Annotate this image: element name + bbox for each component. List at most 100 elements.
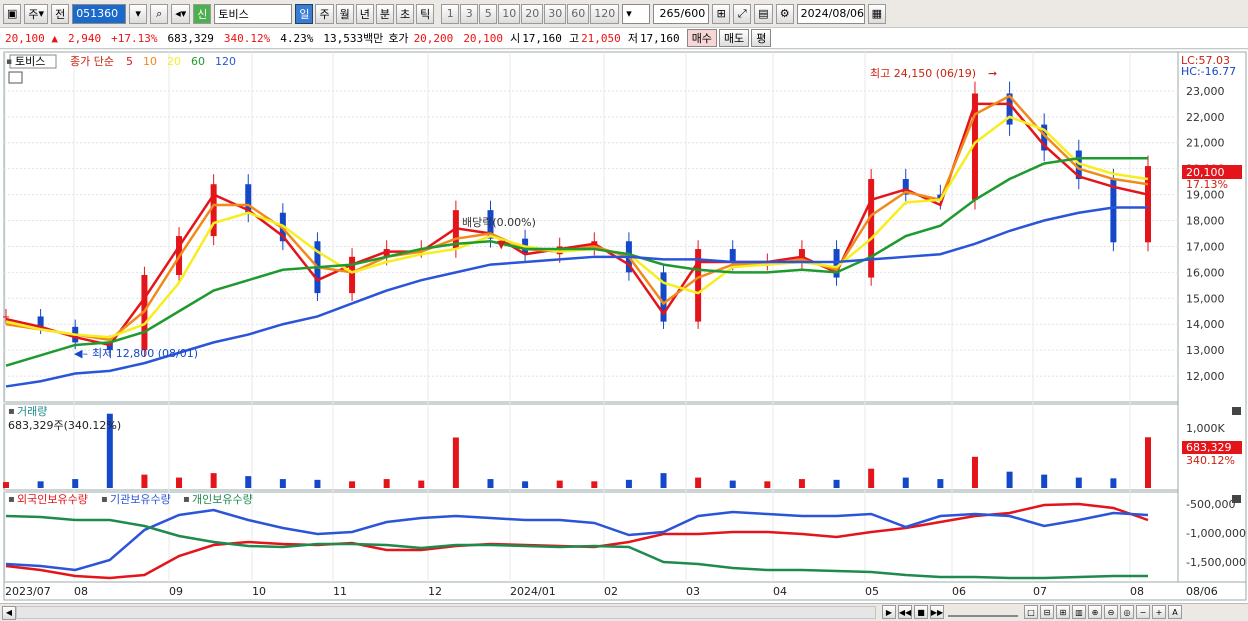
- grid-icon[interactable]: ⊞: [712, 3, 731, 24]
- stock-name-field[interactable]: 토비스: [214, 3, 293, 24]
- low-label: 저: [627, 32, 638, 45]
- signal-badge[interactable]: 신: [193, 3, 212, 24]
- interval-tab-3[interactable]: 3: [460, 3, 479, 24]
- volume-bar: [72, 479, 79, 488]
- period-tab-3[interactable]: 년: [355, 3, 374, 24]
- market-label: 주: [28, 7, 39, 21]
- x-axis-label: 05: [865, 585, 879, 598]
- period-tab-5[interactable]: 초: [395, 3, 415, 24]
- low-price: 17,160: [639, 31, 680, 45]
- zoom-in-icon[interactable]: ⊕: [1088, 605, 1102, 619]
- high-price: 21,050: [581, 31, 621, 45]
- prev-button[interactable]: 전: [51, 3, 70, 24]
- horizontal-scrollbar[interactable]: [16, 606, 876, 619]
- volume-bar: [1110, 478, 1117, 488]
- price-y-tick: 18,000: [1186, 215, 1225, 228]
- volume-bar: [971, 456, 978, 488]
- stock-tag[interactable]: 토비스: [15, 55, 45, 68]
- high-label: 고: [568, 32, 580, 45]
- gear-icon[interactable]: ⚙: [775, 3, 794, 24]
- stop-icon[interactable]: ■: [914, 605, 928, 619]
- interval-tab-30[interactable]: 30: [544, 3, 567, 24]
- interval-tab-60[interactable]: 60: [567, 3, 590, 24]
- fast-forward-icon[interactable]: ▶▶: [930, 605, 944, 619]
- layout-1-icon[interactable]: □: [1024, 605, 1038, 619]
- period-tab-1[interactable]: 주: [315, 3, 334, 24]
- zoom-reset-icon[interactable]: ◎: [1120, 605, 1134, 619]
- layout-3-icon[interactable]: ⊞: [1056, 605, 1070, 619]
- increase-icon[interactable]: +: [1152, 605, 1166, 619]
- volume-bar: [660, 473, 667, 488]
- layout-4-icon[interactable]: ▥: [1072, 605, 1086, 619]
- current-price: 20,100 ▲: [5, 31, 58, 45]
- x-axis-label: 12: [428, 585, 442, 598]
- sound-icon[interactable]: ◂▾: [171, 3, 191, 24]
- draw-icon[interactable]: ⤢: [733, 3, 752, 24]
- holdings-legend-item: 외국인보유수량: [17, 493, 88, 506]
- stock-code-input[interactable]: 051360: [72, 3, 127, 24]
- ma-legend-120: 120: [215, 55, 236, 68]
- holdings-close-icon[interactable]: [1232, 495, 1241, 503]
- price-y-tick: 21,000: [1186, 137, 1225, 150]
- ask-price: 20,200: [413, 31, 454, 45]
- zoom-slider[interactable]: [948, 607, 1018, 617]
- period-tab-4[interactable]: 분: [375, 3, 394, 24]
- quote-bar: 20,100 ▲ 2,940 +17.13% 683,329 340.12% 4…: [0, 28, 1248, 49]
- layout-2-icon[interactable]: ⊟: [1040, 605, 1054, 619]
- bid-label: 호가: [388, 32, 409, 45]
- interval-tab-5[interactable]: 5: [479, 3, 498, 24]
- data-count-value: 265: [659, 7, 681, 20]
- volume-bar: [1006, 471, 1013, 488]
- zoom-out-icon[interactable]: ⊖: [1104, 605, 1118, 619]
- play-icon[interactable]: ▶: [882, 605, 896, 619]
- navigation-controls: ▶ ◀◀ ■ ▶▶ □ ⊟ ⊞ ▥ ⊕ ⊖ ◎ − + A: [880, 605, 1182, 619]
- x-axis-label: 02: [604, 585, 618, 598]
- bid-price: 20,100: [463, 31, 504, 45]
- font-icon[interactable]: A: [1168, 605, 1182, 619]
- save-icon[interactable]: ▤: [754, 3, 773, 24]
- ma-legend-5: 5: [126, 55, 133, 68]
- ma-legend-60: 60: [191, 55, 205, 68]
- price-y-tick: 13,000: [1186, 344, 1225, 357]
- chart-area[interactable]: 23,00022,00021,00020,00019,00018,00017,0…: [0, 50, 1248, 603]
- interval-tab-20[interactable]: 20: [521, 3, 544, 24]
- market-select[interactable]: 주 ▾: [24, 3, 49, 24]
- volume-bar: [279, 479, 286, 488]
- volume-title: 거래량: [17, 405, 47, 418]
- period-tab-6[interactable]: 틱: [416, 3, 435, 24]
- period-tab-2[interactable]: 월: [335, 3, 354, 24]
- period-tabs: 일주월년분초틱: [295, 3, 435, 24]
- open-label: 시: [510, 32, 521, 45]
- search-icon[interactable]: ⌕: [150, 3, 169, 24]
- interval-tab-10[interactable]: 10: [498, 3, 521, 24]
- interval-tab-120[interactable]: 120: [590, 3, 620, 24]
- x-axis-label: 09: [169, 585, 183, 598]
- decrease-icon[interactable]: −: [1136, 605, 1150, 619]
- code-dropdown-icon[interactable]: ▾: [129, 3, 148, 24]
- top-toolbar: ▣ 주 ▾ 전 051360 ▾ ⌕ ◂▾ 신 토비스 일주월년분초틱 1 3 5 10…: [0, 0, 1248, 28]
- period-tab-0[interactable]: 일: [295, 3, 314, 24]
- price-chart-svg[interactable]: 23,00022,00021,00020,00019,00018,00017,0…: [0, 50, 1248, 603]
- eval-button[interactable]: 평: [751, 29, 772, 47]
- interval-tab-1[interactable]: 1: [441, 3, 460, 24]
- volume-close-icon[interactable]: [1232, 407, 1241, 415]
- calendar-icon[interactable]: ▦: [867, 3, 887, 24]
- trade-amount: 13,533백만: [323, 32, 384, 45]
- sell-button[interactable]: 매도: [718, 29, 750, 47]
- table-toggle-icon[interactable]: [8, 71, 23, 84]
- up-arrow-icon: ▲: [51, 31, 58, 45]
- price-y-tick: 14,000: [1186, 318, 1225, 331]
- chart-type-button[interactable]: ▣: [3, 3, 22, 24]
- interval-dropdown[interactable]: ▾: [622, 3, 651, 24]
- date-input[interactable]: 2024/08/06: [796, 3, 865, 24]
- data-count-total: /600: [680, 7, 706, 20]
- interval-tabs: 1 3 5 10 20 30 60 120: [441, 3, 620, 24]
- volume-bar: [902, 477, 909, 488]
- volume-bar: [383, 479, 390, 488]
- buy-button[interactable]: 매수: [686, 29, 717, 47]
- data-count-input[interactable]: 265/600: [653, 3, 710, 24]
- x-axis-label: 10: [252, 585, 266, 598]
- volume-bar: [868, 468, 875, 488]
- scroll-left-icon[interactable]: ◀: [2, 605, 16, 620]
- rewind-icon[interactable]: ◀◀: [898, 605, 912, 619]
